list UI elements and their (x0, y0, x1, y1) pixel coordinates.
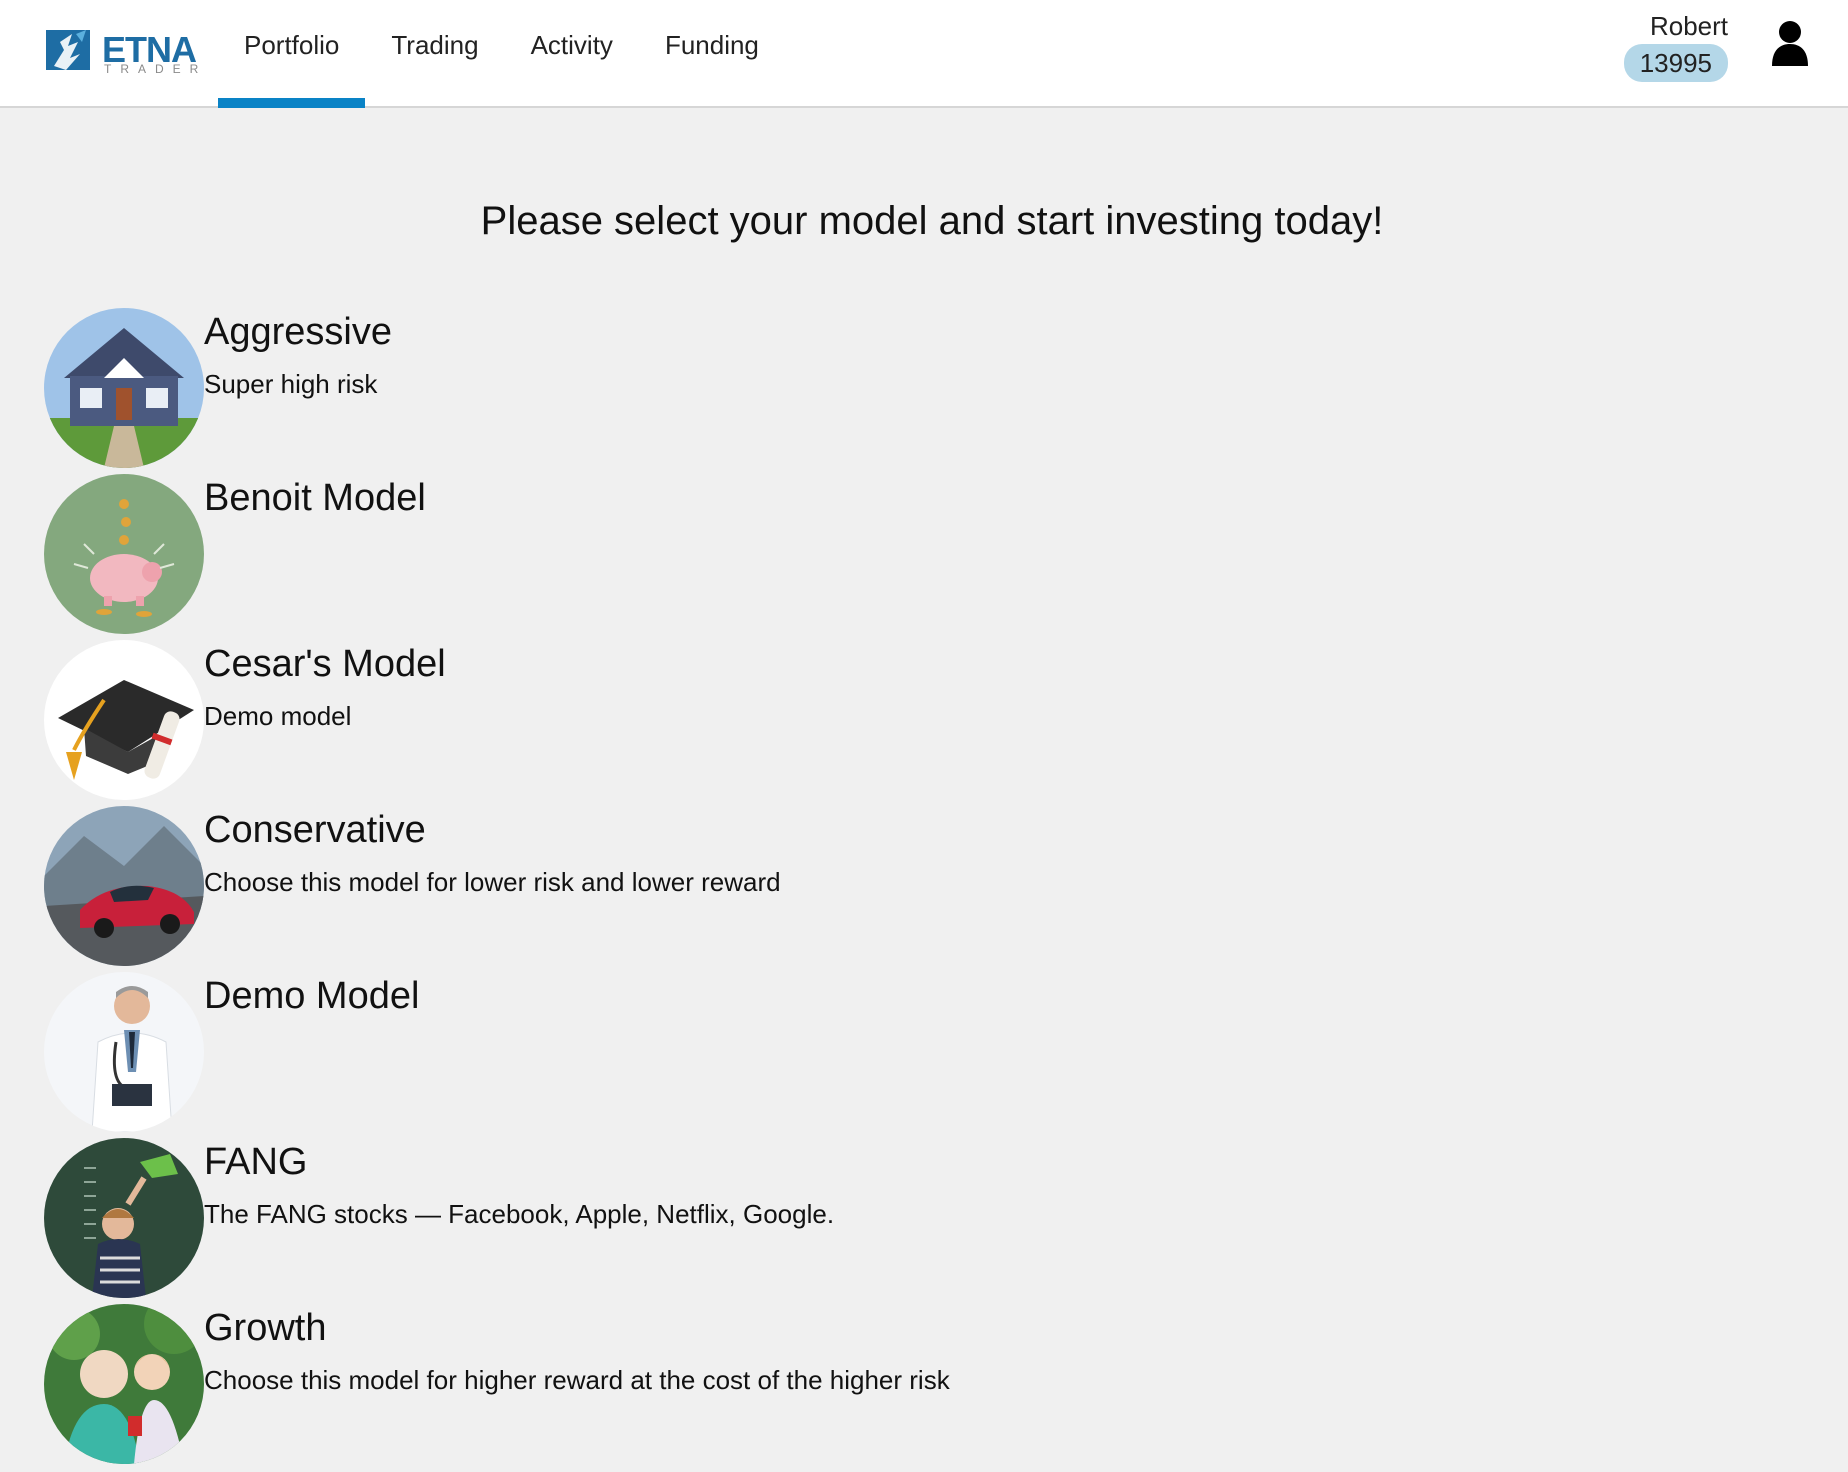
model-name: Demo Model (204, 975, 420, 1017)
tab-activity[interactable]: Activity (505, 0, 639, 108)
graduation-cap-photo-icon (44, 640, 204, 800)
model-name: Conservative (204, 809, 426, 851)
model-item-demo-model[interactable]: Demo Model (44, 970, 1744, 1136)
user-name: Robert (1649, 11, 1728, 41)
model-description: Super high risk (204, 369, 378, 399)
sports-car-photo-icon (44, 806, 204, 966)
model-item-fang[interactable]: FANG The FANG stocks — Facebook, Apple, … (44, 1136, 1744, 1302)
logo-mark-icon (46, 30, 90, 70)
main-nav-tabs: Portfolio Trading Activity Funding (218, 0, 785, 108)
model-item-growth[interactable]: Growth Choose this model for higher rewa… (44, 1302, 1744, 1468)
model-name: Growth (204, 1307, 327, 1349)
model-description: Demo model (204, 701, 352, 731)
model-description: Choose this model for higher reward at t… (204, 1365, 950, 1395)
model-item-aggressive[interactable]: Aggressive Super high risk (44, 306, 1744, 472)
model-name: Cesar's Model (204, 643, 446, 685)
grandmother-child-photo-icon (44, 1304, 204, 1464)
model-name: Aggressive (204, 311, 392, 353)
doctor-photo-icon (44, 972, 204, 1132)
page-headline: Please select your model and start inves… (480, 199, 1384, 243)
user-menu[interactable]: Robert 13995 (1623, 10, 1810, 90)
piggy-bank-photo-icon (44, 474, 204, 634)
tab-portfolio[interactable]: Portfolio (218, 0, 366, 108)
user-icon[interactable] (1770, 20, 1810, 68)
model-name: Benoit Model (204, 477, 426, 519)
boy-watering-can-photo-icon (44, 1138, 204, 1298)
top-navigation-bar: ETNA TRADER Portfolio Trading Activity F… (0, 0, 1848, 108)
model-description: Choose this model for lower risk and low… (204, 867, 781, 897)
model-item-cesars-model[interactable]: Cesar's Model Demo model (44, 638, 1744, 804)
model-item-conservative[interactable]: Conservative Choose this model for lower… (44, 804, 1744, 970)
model-item-benoit-model[interactable]: Benoit Model (44, 472, 1744, 638)
model-list: Aggressive Super high risk Benoit Model … (44, 306, 1744, 1468)
etna-trader-logo[interactable]: ETNA TRADER (46, 28, 198, 76)
account-number-badge[interactable]: 13995 (1623, 44, 1728, 82)
model-description: The FANG stocks — Facebook, Apple, Netfl… (204, 1199, 835, 1229)
house-photo-icon (44, 308, 204, 468)
logo-subtext: TRADER (104, 62, 208, 76)
model-name: FANG (204, 1141, 308, 1183)
tab-funding[interactable]: Funding (639, 0, 785, 108)
tab-trading[interactable]: Trading (365, 0, 504, 108)
